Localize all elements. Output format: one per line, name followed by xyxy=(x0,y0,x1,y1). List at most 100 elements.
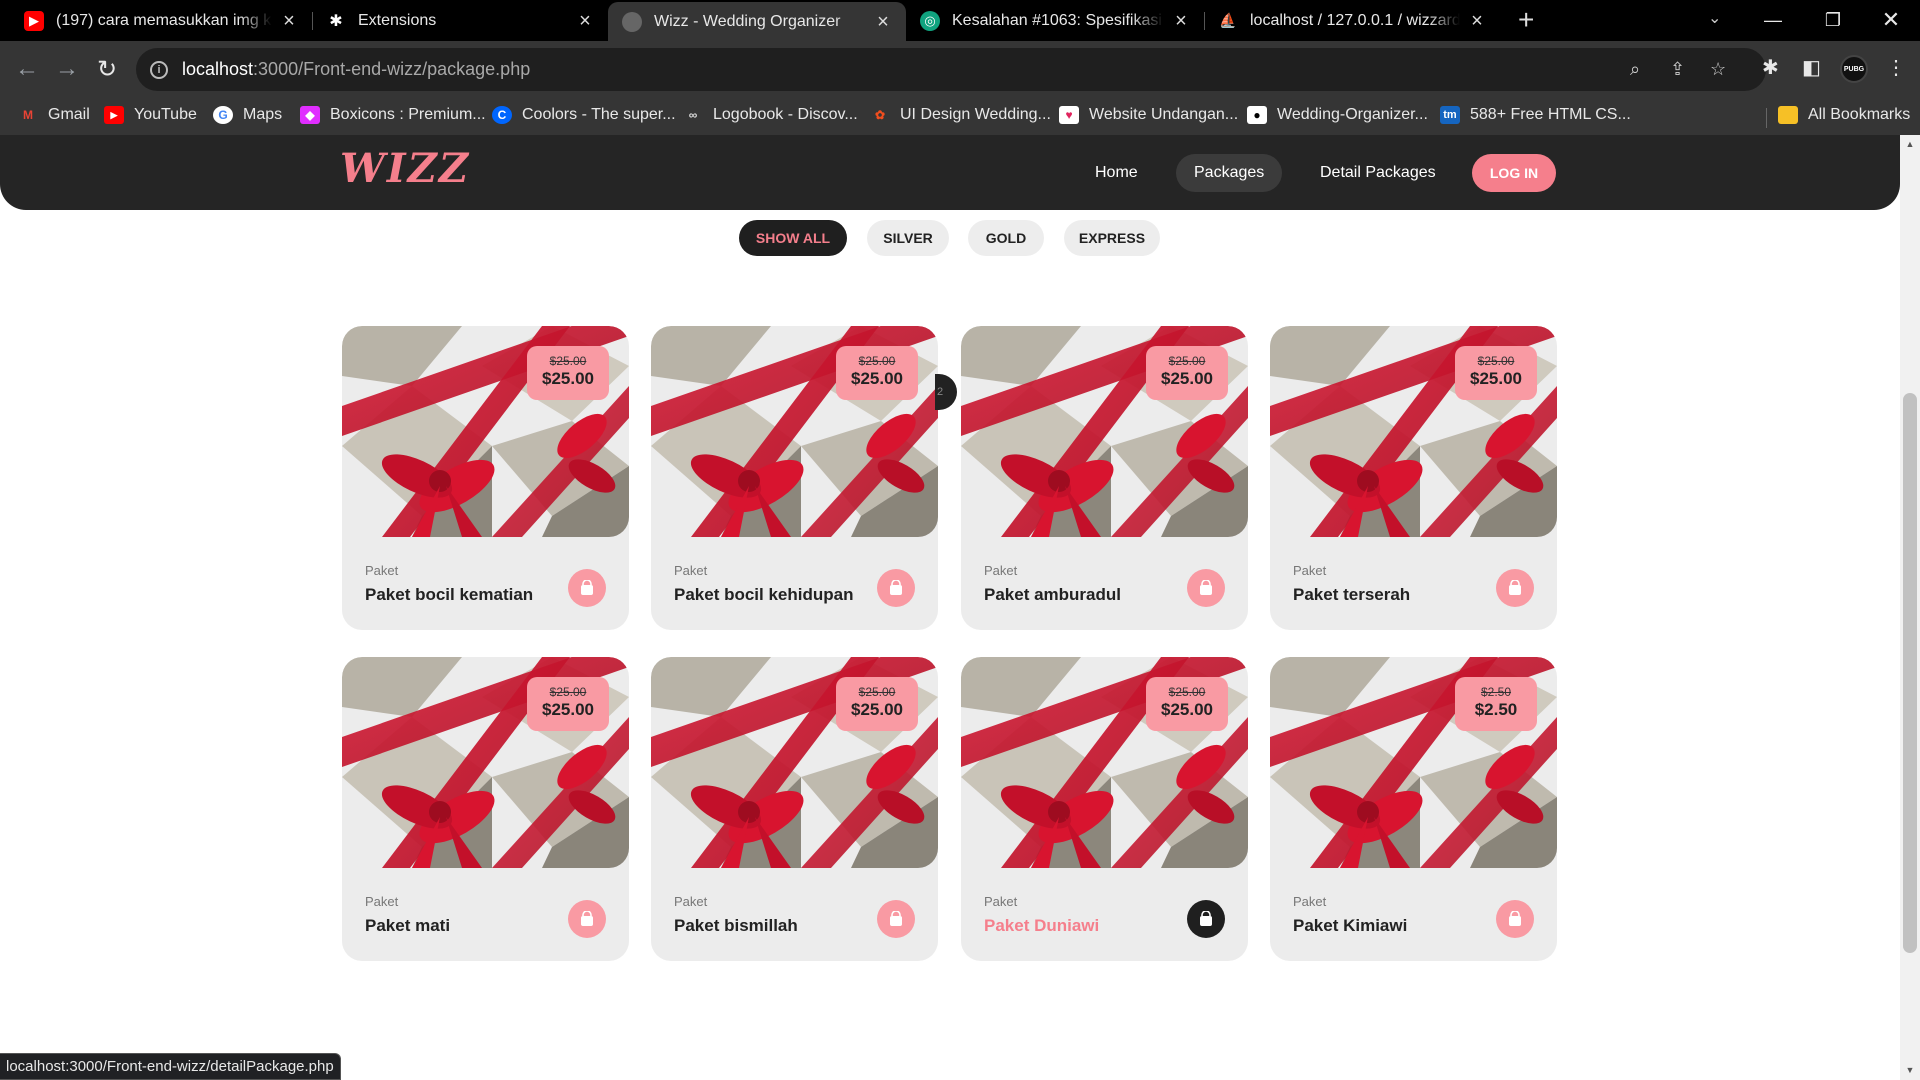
bookmark-free-html[interactable]: tm 588+ Free HTML CS... xyxy=(1440,106,1631,124)
url-text[interactable]: localhost:3000/Front-end-wizz/package.ph… xyxy=(182,59,530,80)
floating-indicator[interactable]: 2 xyxy=(935,374,957,410)
restore-icon[interactable]: ❐ xyxy=(1810,4,1856,36)
package-card[interactable]: $25.00 $25.00 Paket Paket terserah xyxy=(1270,326,1557,630)
cart-button[interactable] xyxy=(1496,900,1534,938)
side-panel-icon[interactable]: ◧ xyxy=(1802,55,1821,80)
scroll-down-icon[interactable]: ▼ xyxy=(1904,1065,1916,1075)
price-badge: $25.00 $25.00 xyxy=(527,346,609,400)
tab-chatgpt[interactable]: ◎ Kesalahan #1063: Spesifikasi Kol × xyxy=(906,0,1204,41)
globe-icon xyxy=(622,11,642,32)
minimize-icon[interactable]: — xyxy=(1750,4,1796,36)
menu-icon[interactable]: ⋮ xyxy=(1886,55,1906,80)
bookmark-wedding-organizer[interactable]: ● Wedding-Organizer... xyxy=(1247,106,1428,124)
package-card[interactable]: $25.00 $25.00 Paket Paket mati xyxy=(342,657,629,961)
chevron-down-icon[interactable]: ⌄ xyxy=(1708,8,1721,28)
filter-gold[interactable]: GOLD xyxy=(968,220,1044,256)
package-name[interactable]: Paket mati xyxy=(365,916,450,936)
close-icon[interactable]: × xyxy=(576,11,594,31)
filter-show-all[interactable]: SHOW ALL xyxy=(739,220,847,256)
package-card[interactable]: $25.00 $25.00 Paket Paket Duniawi xyxy=(961,657,1248,961)
package-name[interactable]: Paket bocil kematian xyxy=(365,585,533,605)
info-icon[interactable]: i xyxy=(150,60,168,79)
share-icon[interactable]: ⇪ xyxy=(1670,59,1685,80)
bookmark-undangan[interactable]: ♥ Website Undangan... xyxy=(1059,106,1238,124)
cart-button[interactable] xyxy=(1187,569,1225,607)
package-image[interactable]: $25.00 $25.00 xyxy=(651,657,938,868)
package-image[interactable]: $2.50 $2.50 xyxy=(1270,657,1557,868)
package-card[interactable]: $25.00 $25.00 Paket Paket amburadul xyxy=(961,326,1248,630)
nav-home[interactable]: Home xyxy=(1077,154,1156,192)
bookmark-maps[interactable]: G Maps xyxy=(213,106,282,124)
close-icon[interactable]: × xyxy=(280,11,298,31)
cart-button[interactable] xyxy=(1496,569,1534,607)
bookmark-coolors[interactable]: C Coolors - The super... xyxy=(492,106,676,124)
bookmark-youtube[interactable]: ▶ YouTube xyxy=(104,106,197,124)
package-image[interactable]: $25.00 $25.00 xyxy=(342,657,629,868)
old-price: $25.00 xyxy=(1168,354,1206,368)
package-name[interactable]: Paket bocil kehidupan xyxy=(674,585,854,605)
all-bookmarks[interactable]: ■ All Bookmarks xyxy=(1778,106,1910,124)
package-name[interactable]: Paket terserah xyxy=(1293,585,1410,605)
extensions-icon[interactable]: ✱ xyxy=(1762,55,1779,80)
old-price: $25.00 xyxy=(858,354,896,368)
reload-icon[interactable]: ↻ xyxy=(92,54,122,84)
new-tab-icon[interactable]: + xyxy=(1518,6,1534,34)
bookmark-boxicons[interactable]: ◆ Boxicons : Premium... xyxy=(300,106,486,124)
package-name[interactable]: Paket Duniawi xyxy=(984,916,1099,936)
close-icon[interactable]: × xyxy=(1468,11,1486,31)
site-header: WIZZ Home Packages Detail Packages LOG I… xyxy=(0,135,1900,210)
cart-button[interactable] xyxy=(877,900,915,938)
package-name[interactable]: Paket bismillah xyxy=(674,916,798,936)
bookmark-gmail[interactable]: M Gmail xyxy=(18,106,90,124)
youtube-icon: ▶ xyxy=(24,10,44,31)
filter-silver[interactable]: SILVER xyxy=(867,220,949,256)
scroll-up-icon[interactable]: ▲ xyxy=(1904,139,1916,149)
folder-icon: ■ xyxy=(1778,106,1798,124)
shopping-bag-icon xyxy=(580,580,594,596)
nav-packages[interactable]: Packages xyxy=(1176,154,1283,192)
price: $25.00 xyxy=(1161,369,1213,388)
site-logo[interactable]: WIZZ xyxy=(340,145,470,192)
package-card[interactable]: $25.00 $25.00 Paket Paket bismillah xyxy=(651,657,938,961)
star-icon[interactable]: ☆ xyxy=(1710,59,1726,80)
package-image[interactable]: $25.00 $25.00 xyxy=(961,657,1248,868)
package-card[interactable]: $25.00 $25.00 Paket Paket bocil kehidupan xyxy=(651,326,938,630)
zoom-icon[interactable]: ⌕ xyxy=(1630,59,1640,80)
nav-detail-packages[interactable]: Detail Packages xyxy=(1302,154,1454,192)
login-button[interactable]: LOG IN xyxy=(1472,154,1556,192)
address-bar[interactable]: i localhost:3000/Front-end-wizz/package.… xyxy=(136,48,1766,91)
cart-button[interactable] xyxy=(1187,900,1225,938)
tab-phpmyadmin[interactable]: ⛵ localhost / 127.0.0.1 / wizzard / p × xyxy=(1204,0,1500,41)
cart-button[interactable] xyxy=(568,900,606,938)
forward-icon[interactable]: → xyxy=(52,54,82,84)
package-image[interactable]: $25.00 $25.00 xyxy=(1270,326,1557,537)
page-viewport: WIZZ Home Packages Detail Packages LOG I… xyxy=(0,135,1920,1080)
bookmark-ui-design[interactable]: ✿ UI Design Wedding... xyxy=(870,106,1051,124)
back-icon[interactable]: ← xyxy=(12,54,42,84)
price: $25.00 xyxy=(851,369,903,388)
filter-express[interactable]: EXPRESS xyxy=(1064,220,1160,256)
package-kicker: Paket xyxy=(1293,563,1327,578)
package-card[interactable]: $25.00 $25.00 Paket Paket bocil kematian xyxy=(342,326,629,630)
cart-button[interactable] xyxy=(877,569,915,607)
close-window-icon[interactable]: ✕ xyxy=(1868,4,1914,36)
close-icon[interactable]: × xyxy=(874,12,892,32)
boxicons-icon: ◆ xyxy=(300,106,320,124)
tab-youtube[interactable]: ▶ (197) cara memasukkan img ke c × xyxy=(10,0,312,41)
package-image[interactable]: $25.00 $25.00 xyxy=(342,326,629,537)
scroll-thumb[interactable] xyxy=(1903,393,1917,953)
scrollbar[interactable]: ▲ ▼ xyxy=(1900,135,1920,1080)
tab-extensions[interactable]: ✱ Extensions × xyxy=(312,0,608,41)
package-name[interactable]: Paket amburadul xyxy=(984,585,1121,605)
close-icon[interactable]: × xyxy=(1172,11,1190,31)
bookmark-logobook[interactable]: ∞ Logobook - Discov... xyxy=(683,106,858,124)
phpmyadmin-icon: ⛵ xyxy=(1219,12,1237,28)
avatar[interactable]: PUBG xyxy=(1840,55,1868,83)
package-name[interactable]: Paket Kimiawi xyxy=(1293,916,1407,936)
package-card[interactable]: $2.50 $2.50 Paket Paket Kimiawi xyxy=(1270,657,1557,961)
package-kicker: Paket xyxy=(984,894,1018,909)
package-image[interactable]: $25.00 $25.00 xyxy=(961,326,1248,537)
cart-button[interactable] xyxy=(568,569,606,607)
tab-wizz[interactable]: Wizz - Wedding Organizer × xyxy=(608,2,906,41)
package-image[interactable]: $25.00 $25.00 xyxy=(651,326,938,537)
